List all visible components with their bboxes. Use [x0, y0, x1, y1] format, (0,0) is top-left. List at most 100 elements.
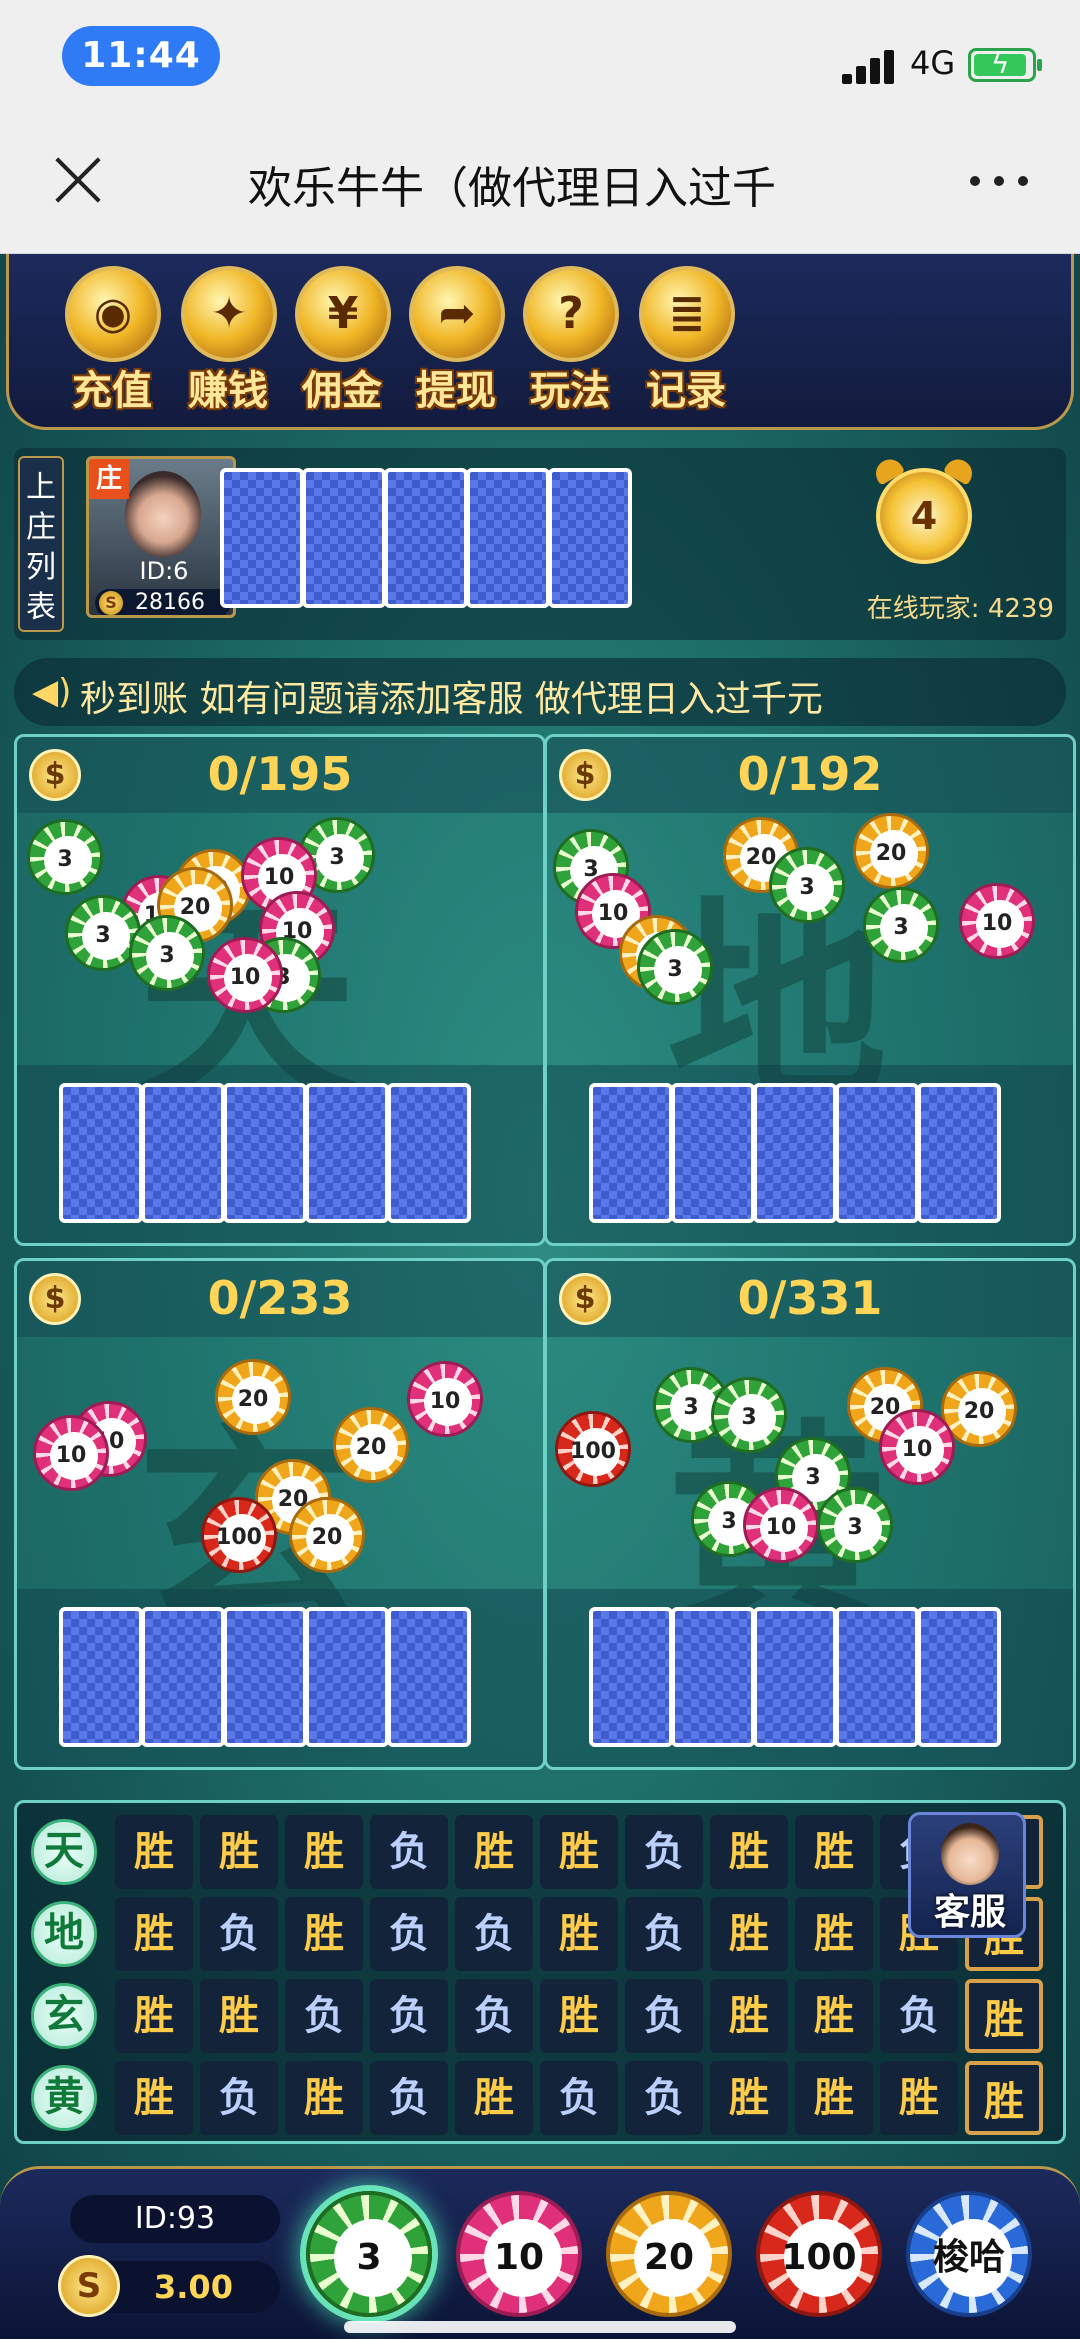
chip-3: 3 — [769, 847, 845, 923]
card-back — [589, 1083, 673, 1223]
bet-chip-label: 梭哈 — [932, 2237, 1005, 2278]
card-back — [671, 1083, 755, 1223]
card-back — [753, 1607, 837, 1747]
board-cell: 胜 — [115, 2061, 193, 2135]
board-cell: 负 — [370, 1897, 448, 1971]
board-cell: 胜 — [710, 2061, 788, 2135]
card-back — [917, 1607, 1001, 1747]
bet-chip-0[interactable]: 3 — [306, 2191, 432, 2317]
customer-service-button[interactable]: 客服 — [908, 1812, 1026, 1938]
board-cell: 胜 — [710, 1815, 788, 1889]
zone-count: 0/233 — [207, 1271, 353, 1325]
home-indicator[interactable] — [344, 2321, 736, 2333]
board-cell: 负 — [370, 1815, 448, 1889]
banker-avatar[interactable]: 庄 ID:6 S 28166 — [86, 456, 236, 618]
status-time: 11:44 — [62, 26, 220, 86]
online-players: 在线玩家: 4239 — [866, 594, 1054, 624]
bet-zone-di[interactable]: $ 0/192 地 3 20 20 3 10 3 10 20 3 — [544, 734, 1076, 1246]
banker-coins: S 28166 — [95, 589, 231, 615]
card-back — [835, 1083, 919, 1223]
coin-icon: S — [58, 2255, 120, 2317]
card-back — [387, 1607, 471, 1747]
banker-cards — [220, 468, 632, 608]
board-cell: 负 — [200, 2061, 278, 2135]
board-cell: 负 — [625, 1815, 703, 1889]
chip-10: 10 — [407, 1361, 483, 1437]
board-cell: 胜 — [455, 2061, 533, 2135]
chip-3: 3 — [817, 1487, 893, 1563]
chip-100: 100 — [555, 1411, 631, 1487]
chip-10: 10 — [207, 937, 283, 1013]
close-icon[interactable] — [52, 154, 104, 206]
board-cell: 胜 — [965, 2061, 1043, 2135]
board-cell: 负 — [455, 1897, 533, 1971]
board-cell: 负 — [285, 1979, 363, 2053]
zone-header: $ 0/195 — [17, 737, 543, 813]
chip-10: 10 — [879, 1409, 955, 1485]
board-cell: 胜 — [965, 1979, 1043, 2053]
bet-zone-xuan[interactable]: $ 0/233 玄 20 10 10 10 20 20 100 20 — [14, 1258, 546, 1770]
chip-3: 3 — [129, 915, 205, 991]
bet-chip-1[interactable]: 10 — [456, 2191, 582, 2317]
bet-chip-4[interactable]: 梭哈 — [906, 2191, 1032, 2317]
zone-count: 0/195 — [207, 747, 353, 801]
card-back — [835, 1607, 919, 1747]
card-back — [220, 468, 304, 608]
service-label: 客服 — [933, 1892, 1006, 1933]
card-back — [59, 1607, 143, 1747]
top-menu: ◉ 充值 ✦ 赚钱 ¥ 佣金 ➦ 提现? 玩法 ≣ 记录 — [6, 254, 1074, 430]
board-cell: 胜 — [540, 1815, 618, 1889]
marquee-text: 秒到账 如有问题请添加客服 做代理日入过千元 — [80, 679, 823, 720]
status-bar: 11:44 4G ϟ — [0, 0, 1080, 108]
chip-3: 3 — [711, 1377, 787, 1453]
zone-header: $ 0/331 — [547, 1261, 1073, 1337]
card-back — [223, 1083, 307, 1223]
board-cell: 胜 — [285, 1815, 363, 1889]
zone-cards — [59, 1607, 471, 1747]
card-back — [305, 1607, 389, 1747]
card-back — [589, 1607, 673, 1747]
bet-chip-label: 3 — [356, 2237, 382, 2278]
board-row-label: 玄 — [31, 1983, 97, 2049]
card-back — [141, 1083, 225, 1223]
card-back — [387, 1083, 471, 1223]
board-cell: 胜 — [710, 1979, 788, 2053]
board-cell: 胜 — [795, 1979, 873, 2053]
card-back — [141, 1607, 225, 1747]
board-row-label: 黄 — [31, 2065, 97, 2131]
chip-3: 3 — [637, 929, 713, 1005]
player-id: ID:93 — [70, 2195, 280, 2243]
browser-navbar: 欢乐牛牛（做代理日入过千 — [0, 108, 1080, 254]
coin-icon: S — [99, 591, 123, 615]
bet-chip-label: 100 — [781, 2237, 857, 2278]
banker-list-button[interactable]: 上庄列表 — [18, 456, 64, 632]
marquee: ◀) 秒到账 如有问题请添加客服 做代理日入过千元 — [14, 658, 1066, 726]
bet-chip-label: 10 — [493, 2237, 545, 2278]
board-cell: 胜 — [455, 1815, 533, 1889]
card-back — [671, 1607, 755, 1747]
zone-count: 0/331 — [737, 1271, 883, 1325]
bet-chip-2[interactable]: 20 — [606, 2191, 732, 2317]
record-icon: ≣ — [639, 266, 735, 362]
board-cell: 胜 — [540, 1979, 618, 2053]
board-row-label: 天 — [31, 1819, 97, 1885]
zone-count: 0/192 — [737, 747, 883, 801]
bottom-bar: ID:93 3.00 S 3 10 20 100 梭哈 — [0, 2166, 1080, 2339]
zone-cards — [589, 1083, 1001, 1223]
money-bag-icon: ¥ — [295, 266, 391, 362]
chip-20: 20 — [333, 1407, 409, 1483]
battery-icon: ϟ — [968, 47, 1042, 82]
bet-chip-3[interactable]: 100 — [756, 2191, 882, 2317]
chip-20: 20 — [853, 813, 929, 889]
zone-header: $ 0/233 — [17, 1261, 543, 1337]
board-cell: 负 — [370, 1979, 448, 2053]
card-back — [302, 468, 386, 608]
bet-zone-tian[interactable]: $ 0/195 天 3 3 20 10 10 20 3 3 10 3 10 — [14, 734, 546, 1246]
help-icon: ? — [523, 266, 619, 362]
bet-zone-huang[interactable]: $ 0/331 黄 3 3 20 20 100 10 3 3 10 3 — [544, 1258, 1076, 1770]
board-cell: 负 — [625, 1979, 703, 2053]
coins-icon: ◉ — [65, 266, 161, 362]
more-menu-icon[interactable] — [970, 176, 1030, 188]
card-back — [59, 1083, 143, 1223]
menu-item-5[interactable]: ≣ 记录 — [611, 266, 761, 424]
